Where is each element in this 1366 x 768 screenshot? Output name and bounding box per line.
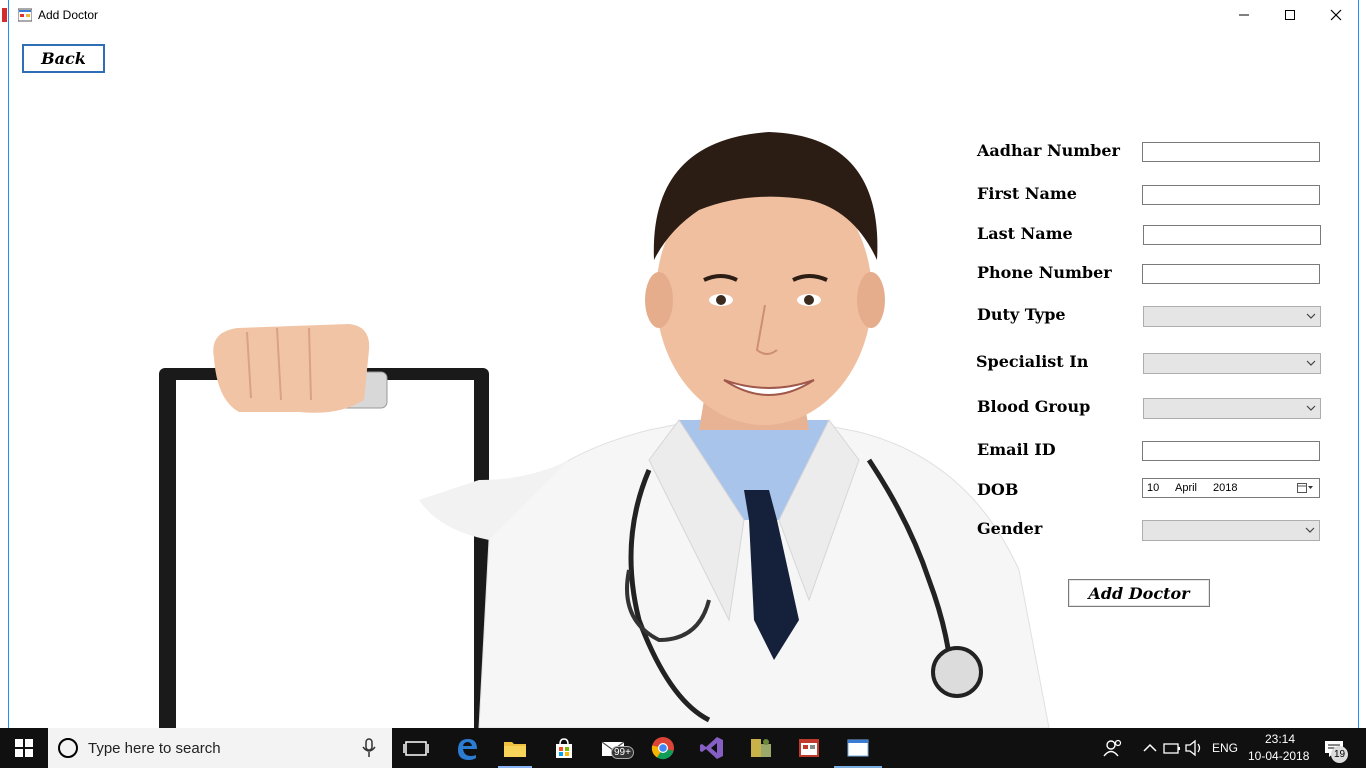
first-name-label: First Name bbox=[977, 184, 1077, 203]
gender-select[interactable] bbox=[1142, 520, 1320, 541]
phone-number-label: Phone Number bbox=[977, 263, 1112, 282]
dob-date-picker[interactable]: 10 April 2018 bbox=[1142, 478, 1320, 498]
maximize-icon bbox=[1285, 10, 1295, 20]
close-button[interactable] bbox=[1313, 0, 1358, 30]
file-explorer-icon[interactable] bbox=[501, 734, 529, 762]
add-doctor-button[interactable]: Add Doctor bbox=[1068, 579, 1210, 607]
window-app-icon[interactable] bbox=[844, 734, 872, 762]
microphone-icon[interactable] bbox=[362, 738, 376, 758]
maximize-button[interactable] bbox=[1267, 0, 1313, 30]
specialist-in-select[interactable] bbox=[1143, 353, 1321, 374]
dob-label: DOB bbox=[977, 480, 1019, 499]
chevron-down-icon bbox=[1306, 405, 1316, 411]
dob-day: 10 bbox=[1147, 482, 1160, 494]
minimize-button[interactable] bbox=[1221, 0, 1267, 30]
clock-time[interactable]: 23:14 bbox=[1262, 732, 1298, 746]
email-id-input[interactable] bbox=[1142, 441, 1320, 461]
email-id-label: Email ID bbox=[977, 440, 1056, 459]
phone-number-input[interactable] bbox=[1142, 264, 1320, 284]
chevron-down-icon bbox=[1306, 313, 1316, 319]
window-title: Add Doctor bbox=[38, 8, 99, 22]
duty-type-label: Duty Type bbox=[977, 305, 1066, 324]
visual-studio-icon[interactable] bbox=[698, 734, 726, 762]
dob-month: April bbox=[1175, 482, 1198, 494]
chevron-down-icon bbox=[1306, 360, 1316, 366]
last-name-label: Last Name bbox=[977, 224, 1073, 243]
app-icon[interactable] bbox=[795, 734, 823, 762]
blood-group-label: Blood Group bbox=[977, 397, 1091, 416]
close-icon bbox=[1330, 9, 1342, 21]
minimize-icon bbox=[1239, 14, 1249, 16]
taskbar-search[interactable]: Type here to search bbox=[48, 728, 392, 768]
desktop-edge-accent bbox=[2, 8, 7, 22]
back-button[interactable]: Back bbox=[22, 44, 105, 73]
search-placeholder: Type here to search bbox=[88, 740, 221, 757]
sql-tools-icon[interactable] bbox=[747, 734, 775, 762]
duty-type-select[interactable] bbox=[1143, 306, 1321, 327]
desktop-edge bbox=[0, 0, 8, 768]
doctor-illustration bbox=[159, 132, 1050, 728]
gender-label: Gender bbox=[977, 519, 1043, 538]
taskbar: Type here to search 99+ ENG 23:14 10-04-… bbox=[0, 728, 1366, 768]
clock-date[interactable]: 10-04-2018 bbox=[1248, 749, 1309, 763]
dob-year: 2018 bbox=[1213, 482, 1238, 494]
first-name-input[interactable] bbox=[1142, 185, 1320, 205]
calendar-dropdown-icon[interactable] bbox=[1297, 482, 1313, 494]
people-icon[interactable] bbox=[1099, 734, 1127, 762]
volume-icon[interactable] bbox=[1180, 734, 1208, 762]
edge-icon[interactable] bbox=[453, 734, 481, 762]
specialist-in-label: Specialist In bbox=[976, 352, 1089, 371]
task-view-icon[interactable] bbox=[402, 734, 430, 762]
aadhar-number-input[interactable] bbox=[1142, 142, 1320, 162]
aadhar-number-label: Aadhar Number bbox=[977, 141, 1120, 160]
form-app-icon bbox=[18, 8, 32, 22]
chevron-down-icon bbox=[1305, 527, 1315, 533]
store-icon[interactable] bbox=[550, 734, 578, 762]
add-doctor-window: Add Doctor Back Aadhar Number First Name… bbox=[8, 0, 1359, 728]
chrome-icon[interactable] bbox=[649, 734, 677, 762]
last-name-input[interactable] bbox=[1143, 225, 1321, 245]
start-button[interactable] bbox=[0, 728, 48, 768]
mail-badge: 99+ bbox=[611, 746, 634, 759]
blood-group-select[interactable] bbox=[1143, 398, 1321, 419]
windows-start-icon bbox=[15, 739, 33, 757]
title-bar: Add Doctor bbox=[9, 0, 1358, 31]
language-indicator[interactable]: ENG bbox=[1212, 741, 1238, 755]
notification-count-badge: 19 bbox=[1331, 746, 1348, 763]
cortana-icon bbox=[58, 738, 78, 758]
